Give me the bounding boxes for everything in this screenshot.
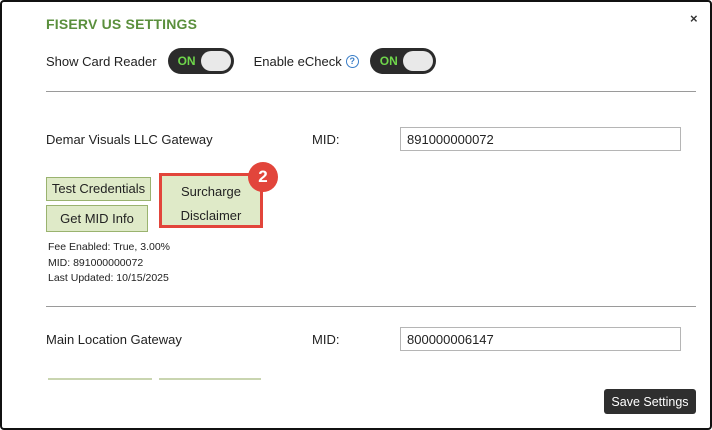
mid-label: MID:	[312, 132, 340, 147]
settings-modal: FISERV US SETTINGS × Show Card Reader ON…	[0, 0, 712, 430]
get-mid-info-button[interactable]: Get MID Info	[46, 205, 148, 232]
gateway-name: Main Location Gateway	[46, 332, 182, 347]
test-credentials-button[interactable]: Test Credentials	[46, 177, 151, 201]
close-icon[interactable]: ×	[690, 11, 698, 26]
divider	[46, 306, 696, 307]
toggle-row: Show Card Reader ON Enable eCheck ? ON	[46, 47, 436, 75]
gateway-name: Demar Visuals LLC Gateway	[46, 132, 213, 147]
mid-input[interactable]	[400, 327, 681, 351]
show-card-reader-toggle[interactable]: ON	[167, 48, 234, 74]
step-callout-badge: 2	[248, 162, 278, 192]
modal-title: FISERV US SETTINGS	[46, 16, 198, 32]
toggle-state-text: ON	[177, 54, 196, 68]
divider	[46, 91, 696, 92]
surcharge-label-line2: Disclaimer	[180, 208, 242, 223]
toggle-state-text: ON	[379, 54, 398, 68]
show-card-reader-label: Show Card Reader	[46, 53, 157, 69]
save-settings-button[interactable]: Save Settings	[604, 389, 696, 414]
partial-button-edge	[48, 378, 152, 380]
mid-status: MID: 891000000072	[48, 257, 144, 269]
mid-label: MID:	[312, 332, 340, 347]
enable-echeck-toggle[interactable]: ON	[369, 48, 436, 74]
toggle-knob	[402, 51, 433, 71]
enable-echeck-label: Enable eCheck	[253, 53, 342, 69]
toggle-knob	[200, 51, 231, 71]
fee-status: Fee Enabled: True, 3.00%	[48, 241, 170, 253]
surcharge-disclaimer-button[interactable]: Surcharge Disclaimer	[159, 173, 263, 228]
partial-button-edge	[159, 378, 261, 380]
mid-input[interactable]	[400, 127, 681, 151]
last-updated: Last Updated: 10/15/2025	[48, 272, 169, 284]
surcharge-label-line1: Surcharge	[181, 184, 241, 199]
help-icon[interactable]: ?	[345, 54, 359, 68]
